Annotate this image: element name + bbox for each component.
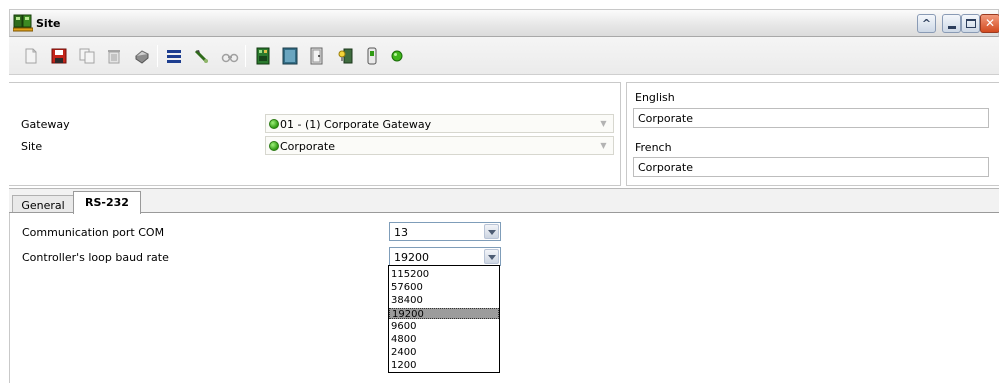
french-label: French <box>635 141 672 154</box>
maximize-button[interactable] <box>961 14 980 33</box>
online-status-icon <box>269 141 279 151</box>
status-icon[interactable] <box>388 47 406 65</box>
com-port-value: 13 <box>394 226 408 239</box>
chevron-down-icon[interactable] <box>484 224 499 239</box>
list-icon[interactable] <box>165 47 183 65</box>
gateway-label: Gateway <box>21 118 70 131</box>
baud-rate-option[interactable]: 9600 <box>389 321 499 332</box>
english-name-value: Corporate <box>638 112 693 125</box>
baud-rate-option[interactable]: 115200 <box>389 269 499 280</box>
gateway-text: 01 - (1) Corporate Gateway <box>280 118 432 131</box>
toolbar <box>9 37 999 75</box>
baud-rate-option[interactable]: 38400 <box>389 295 499 306</box>
chevron-down-icon[interactable]: ▼ <box>597 139 610 152</box>
toolbar-separator <box>157 45 158 67</box>
device-icon[interactable] <box>363 47 381 65</box>
site-value: Corporate <box>269 140 335 153</box>
baud-rate-option[interactable]: 1200 <box>389 360 499 371</box>
site-label: Site <box>21 140 43 153</box>
tab-general[interactable]: General <box>12 195 74 213</box>
site-app-icon <box>13 14 33 32</box>
site-select[interactable]: Corporate ▼ <box>265 136 614 155</box>
tab-strip: General RS-232 <box>9 189 999 214</box>
gateway-select[interactable]: 01 - (1) Corporate Gateway ▼ <box>265 114 614 133</box>
english-label: English <box>635 91 675 104</box>
rs232-panel: Communication port COM 13 Controller's l… <box>9 213 999 383</box>
tab-rs232-label: RS-232 <box>85 196 129 209</box>
minimize-button[interactable] <box>942 14 961 33</box>
english-name-input[interactable]: Corporate <box>633 108 989 128</box>
tab-general-label: General <box>21 199 65 212</box>
baud-rate-option[interactable]: 57600 <box>389 282 499 293</box>
baud-rate-label: Controller's loop baud rate <box>22 251 169 264</box>
com-port-select[interactable]: 13 <box>389 222 501 241</box>
toolbar-separator <box>245 45 246 67</box>
close-button[interactable]: ✕ <box>980 14 999 33</box>
door-icon[interactable] <box>308 47 326 65</box>
site-selection-group <box>9 82 621 186</box>
gateway-icon[interactable] <box>281 47 299 65</box>
french-name-value: Corporate <box>638 161 693 174</box>
french-name-input[interactable]: Corporate <box>633 157 989 177</box>
print-icon[interactable] <box>133 47 151 65</box>
baud-rate-option[interactable]: 19200 <box>389 308 499 320</box>
baud-rate-option[interactable]: 2400 <box>389 347 499 358</box>
baud-rate-select[interactable]: 19200 <box>389 247 501 266</box>
controller-icon[interactable] <box>254 47 272 65</box>
chevron-up-icon: ^ <box>921 17 932 30</box>
find-icon[interactable] <box>221 47 239 65</box>
save-icon[interactable] <box>50 47 68 65</box>
online-status-icon <box>269 119 279 129</box>
site-header-panel: Gateway 01 - (1) Corporate Gateway ▼ Sit… <box>9 76 999 189</box>
title-bar: Site ^ ✕ <box>9 9 999 37</box>
baud-rate-option[interactable]: 4800 <box>389 334 499 345</box>
maximize-icon <box>966 19 976 28</box>
minimize-icon <box>948 26 956 29</box>
edit-icon[interactable] <box>193 47 211 65</box>
collapse-button[interactable]: ^ <box>917 14 936 33</box>
site-text: Corporate <box>280 140 335 153</box>
tab-rs232[interactable]: RS-232 <box>73 191 141 214</box>
window-title: Site <box>36 17 61 30</box>
gateway-value: 01 - (1) Corporate Gateway <box>269 118 431 131</box>
com-port-label: Communication port COM <box>22 226 165 239</box>
baud-rate-value: 19200 <box>394 251 429 264</box>
close-icon: ✕ <box>984 16 996 30</box>
new-icon[interactable] <box>22 47 40 65</box>
chevron-down-icon[interactable] <box>484 249 499 264</box>
baud-rate-dropdown-list: 115200 57600 38400 19200 9600 4800 2400 1200 <box>388 265 500 373</box>
copy-icon[interactable] <box>78 47 96 65</box>
reader-icon[interactable] <box>336 47 354 65</box>
chevron-down-icon[interactable]: ▼ <box>597 117 610 130</box>
delete-icon[interactable] <box>105 47 123 65</box>
